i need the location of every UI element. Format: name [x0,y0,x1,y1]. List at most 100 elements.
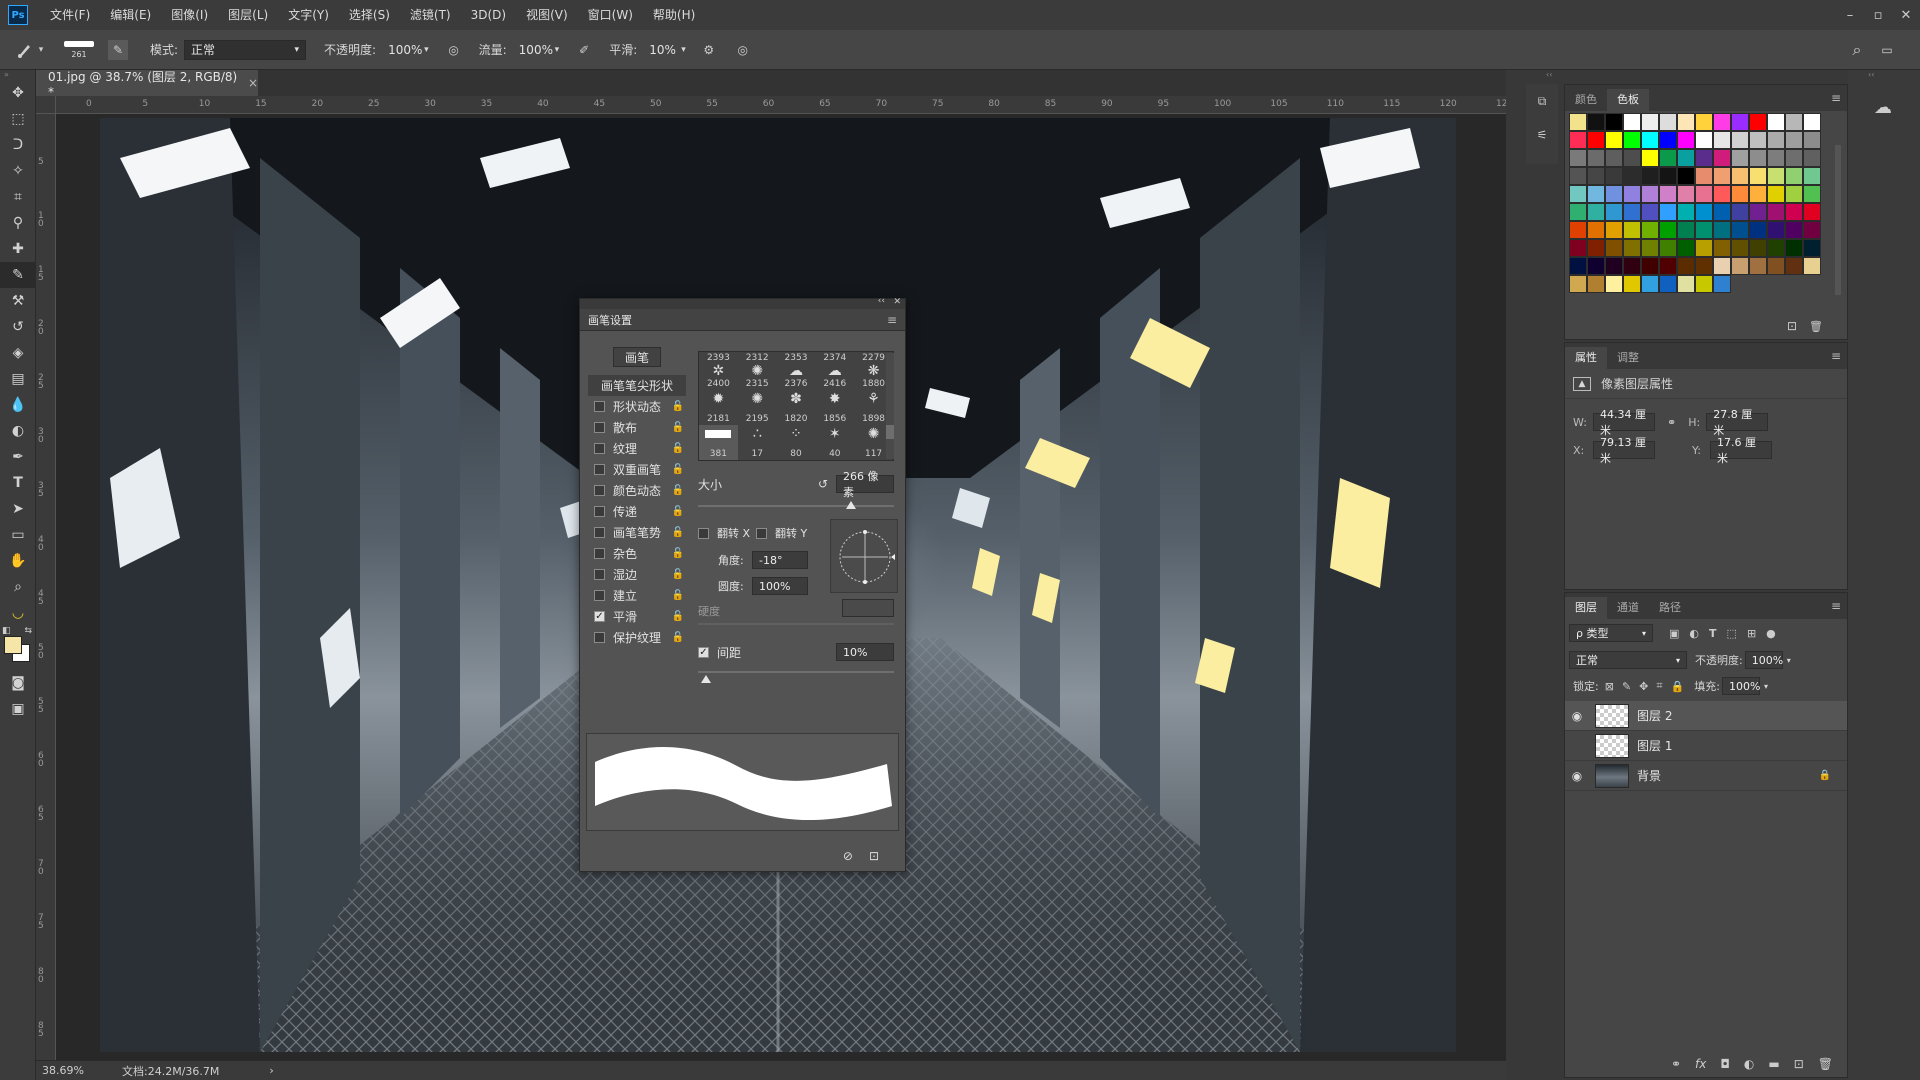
screen-mode-icon[interactable]: ▣ [0,696,36,722]
color-swatch[interactable] [1803,257,1821,275]
color-swatch[interactable] [1803,167,1821,185]
crop-tool-icon[interactable]: ⌗ [0,184,36,210]
color-swatch[interactable] [1767,167,1785,185]
color-swatch[interactable] [1785,203,1803,221]
brush-option-checkbox[interactable] [594,590,605,601]
color-swatch[interactable] [1785,221,1803,239]
color-swatch[interactable] [1731,239,1749,257]
color-swatch[interactable] [1677,257,1695,275]
color-swatch[interactable] [1623,149,1641,167]
collapse-icon[interactable]: ‹‹ [878,296,885,306]
new-brush-icon[interactable]: ⊡ [869,849,879,863]
menu-item[interactable]: 文件(F) [40,0,100,30]
chevron-down-icon[interactable]: ▾ [1787,656,1791,665]
brush-option-item[interactable]: 双重画笔 🔓 [588,459,686,480]
spacing-input[interactable]: 10% [836,643,894,661]
color-swatch[interactable] [1569,113,1587,131]
color-swatch[interactable] [1731,221,1749,239]
minimize-button[interactable]: – [1836,0,1864,30]
color-swatch[interactable] [1713,257,1731,275]
color-swatch[interactable] [1587,257,1605,275]
color-swatch[interactable] [1569,131,1587,149]
tab-color[interactable]: 颜色 [1565,89,1607,111]
blend-mode-select[interactable]: 正常 ▾ [1569,651,1687,669]
scrollbar-thumb[interactable] [886,425,894,439]
color-swatch[interactable] [1731,131,1749,149]
brush-tip[interactable]: 2393 ✲ 2400 [699,352,738,390]
lock-icon[interactable]: 🔓 [672,632,684,643]
roundness-input[interactable]: 100% [752,577,808,595]
color-swatch[interactable] [1587,239,1605,257]
tab-channels[interactable]: 通道 [1607,597,1649,619]
color-swatch[interactable] [1767,131,1785,149]
size-slider-thumb[interactable] [845,501,856,509]
gear-icon[interactable]: ⚙ [698,39,720,61]
layer-filter-select[interactable]: ρ 类型 ▾ [1569,624,1653,642]
color-swatch[interactable] [1695,131,1713,149]
pressure-size-icon[interactable]: ◎ [732,39,754,61]
filter-adjustment-icon[interactable]: ◐ [1689,627,1699,640]
swatch-scrollbar[interactable] [1835,145,1841,295]
color-swatch[interactable] [1803,203,1821,221]
brush-tip[interactable]: 2374 ☁ 2416 [815,352,854,390]
lock-icon[interactable]: 🔓 [672,590,684,601]
layer-thumbnail[interactable] [1595,703,1629,728]
color-swatch[interactable] [1731,257,1749,275]
chevron-down-icon[interactable]: ▾ [681,45,686,55]
y-input[interactable]: 17.6 厘米 [1710,436,1772,465]
size-slider[interactable] [698,505,894,507]
chevron-down-icon[interactable]: ▾ [555,45,560,55]
brush-option-checkbox[interactable] [594,506,605,517]
type-tool-icon[interactable]: T [0,470,36,496]
panel-menu-icon[interactable]: ≡ [887,313,897,327]
color-swatch[interactable] [1731,185,1749,203]
menu-item[interactable]: 滤镜(T) [400,0,461,30]
color-swatch[interactable] [1569,257,1587,275]
add-mask-icon[interactable]: ◘ [1720,1057,1730,1071]
brush-tip[interactable]: ✶ 40 [815,425,854,460]
move-tool-icon[interactable]: ✥ [0,80,36,106]
menu-item[interactable]: 视图(V) [516,0,578,30]
magic-wand-tool-icon[interactable]: ✧ [0,158,36,184]
color-swatch[interactable] [1659,257,1677,275]
color-swatch[interactable] [1587,275,1605,293]
menu-item[interactable]: 窗口(W) [578,0,643,30]
color-swatch[interactable] [1803,221,1821,239]
brush-option-item[interactable]: 传递 🔓 [588,501,686,522]
new-layer-icon[interactable]: ⊡ [1794,1057,1804,1071]
color-swatch[interactable] [1713,221,1731,239]
color-swatch[interactable] [1803,113,1821,131]
brush-option-item[interactable]: 画笔笔势 🔓 [588,522,686,543]
color-swatch[interactable] [1677,185,1695,203]
layer-row[interactable]: ◉ 图层 2 [1565,701,1847,731]
brush-option-checkbox[interactable]: ✓ [594,611,605,622]
color-swatch[interactable] [1641,239,1659,257]
color-swatch[interactable] [1641,275,1659,293]
lock-icon[interactable]: 🔓 [672,569,684,580]
brush-option-checkbox[interactable] [594,443,605,454]
brush-tool-icon[interactable]: ✎ [0,262,36,288]
brush-tip[interactable]: ✹ 2181 [699,390,738,425]
airbrush-icon[interactable]: ✐ [573,39,595,61]
delete-swatch-icon[interactable]: 🗑 [1809,320,1823,333]
color-swatch[interactable] [1713,203,1731,221]
stamp-tool-icon[interactable]: ⚒ [0,288,36,314]
panel-menu-icon[interactable]: ≡ [1831,599,1841,613]
color-swatch[interactable] [1641,131,1659,149]
color-swatch[interactable] [1785,113,1803,131]
color-swatch[interactable] [1623,185,1641,203]
brush-option-item[interactable]: ✓ 平滑 🔓 [588,606,686,627]
color-swatch[interactable] [1569,185,1587,203]
layer-thumbnail[interactable] [1595,763,1629,788]
close-icon[interactable]: × [248,76,258,90]
lock-icon[interactable]: 🔓 [672,485,684,496]
color-swatch[interactable] [1785,239,1803,257]
brush-tip[interactable]: ✽ 1820 [777,390,816,425]
brush-option-checkbox[interactable] [594,527,605,538]
reset-colors-icon[interactable]: ◧ [2,626,11,636]
restore-button[interactable]: ▫ [1864,0,1892,30]
tab-layers[interactable]: 图层 [1565,597,1607,619]
color-swatch[interactable] [1695,149,1713,167]
color-swatch[interactable] [1713,113,1731,131]
brush-option-checkbox[interactable] [594,422,605,433]
